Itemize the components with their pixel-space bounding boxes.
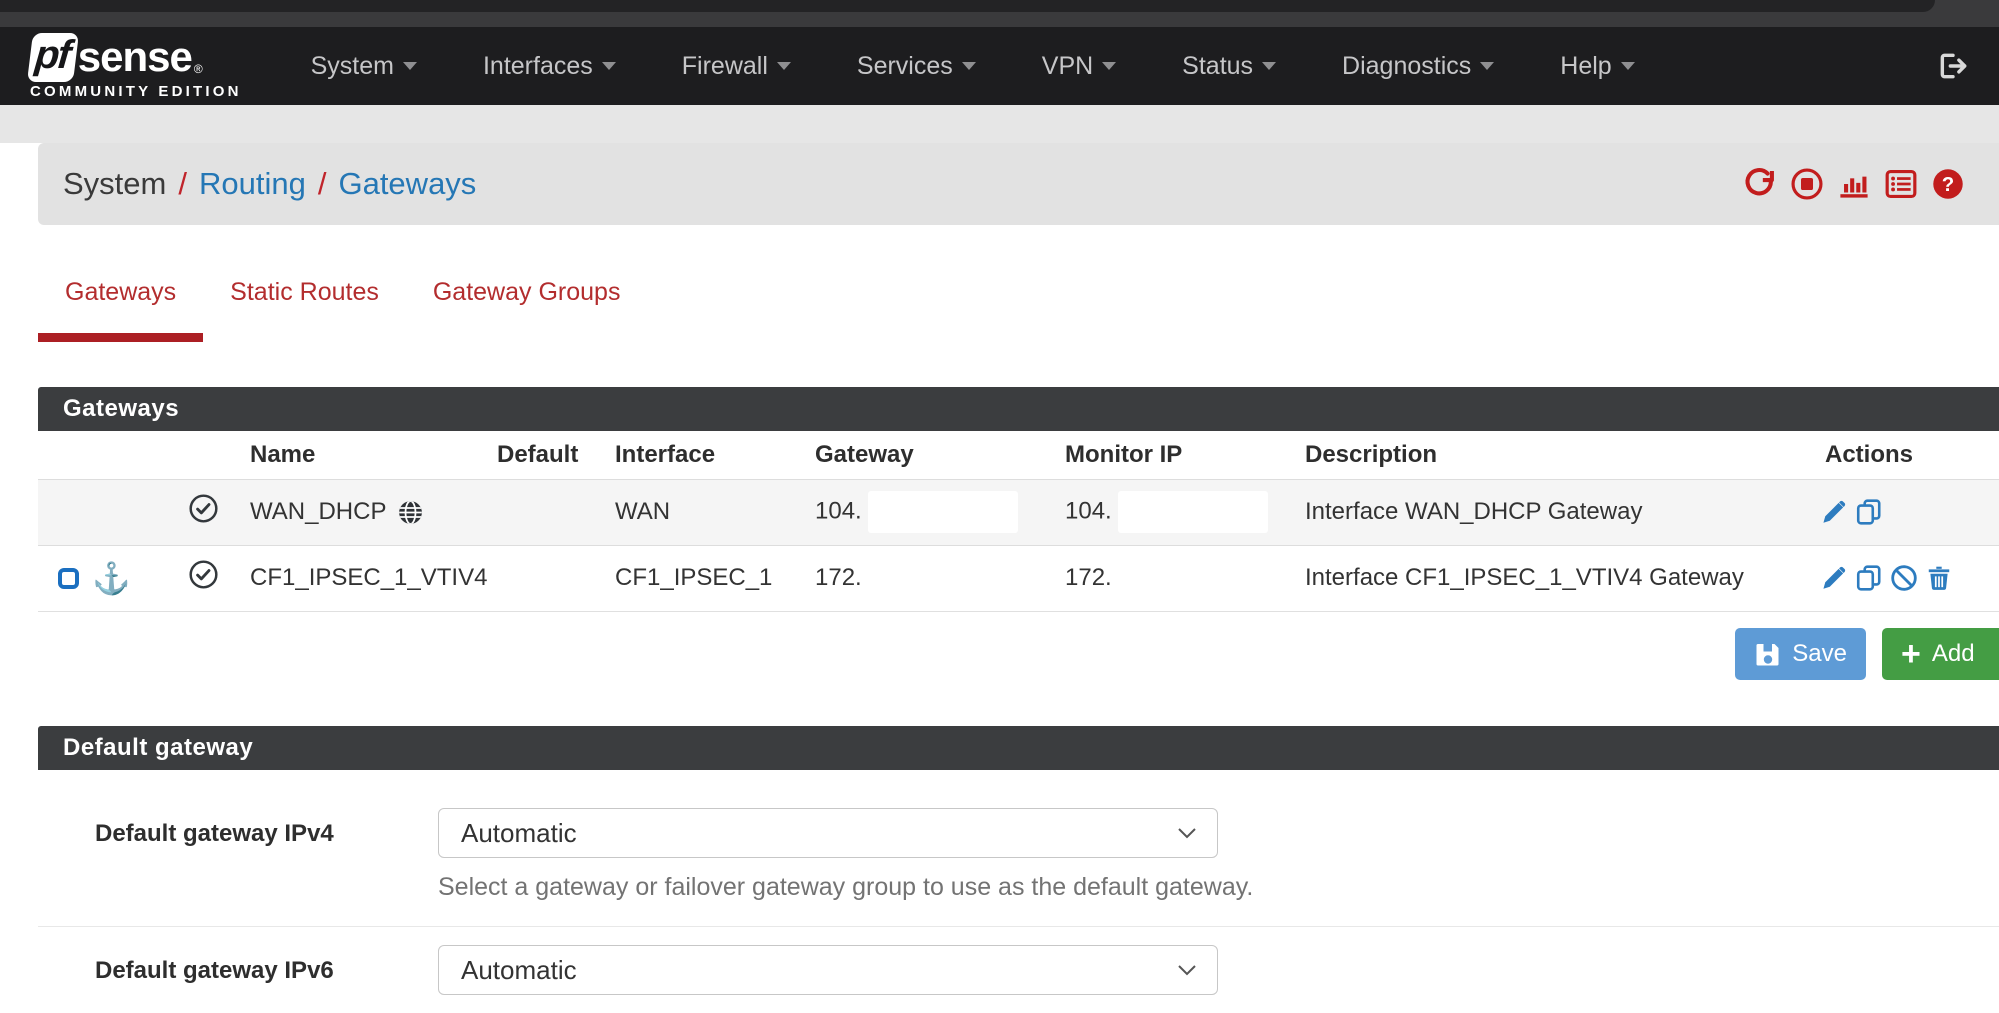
breadcrumb-bar: System / Routing / Gateways xyxy=(38,143,1999,225)
nav-item-interfaces[interactable]: Interfaces xyxy=(450,27,649,105)
registered-mark: ® xyxy=(194,62,203,76)
edit-icon[interactable] xyxy=(1820,564,1848,592)
square-icon xyxy=(58,568,79,589)
gateways-panel: Gateways Name Default Interface xyxy=(38,387,1999,612)
chevron-down-icon xyxy=(403,62,417,70)
copy-icon[interactable] xyxy=(1855,564,1883,592)
breadcrumb-link-gateways[interactable]: Gateways xyxy=(338,166,476,202)
gateway-description: Interface CF1_IPSEC_1_VTIV4 Gateway xyxy=(1285,545,1800,611)
nav-item-services[interactable]: Services xyxy=(824,27,1009,105)
gateways-panel-title: Gateways xyxy=(38,387,1999,431)
pf-logo-text: pf xyxy=(33,33,71,78)
svg-text:?: ? xyxy=(1942,174,1954,196)
gateway-address: 104. xyxy=(815,497,862,524)
save-button[interactable]: Save xyxy=(1735,628,1866,680)
default-gateway-ipv6-label: Default gateway IPv6 xyxy=(95,945,380,985)
sense-logo-text: sense xyxy=(78,33,192,81)
col-header-description: Description xyxy=(1285,431,1800,479)
nav-item-vpn[interactable]: VPN xyxy=(1009,27,1149,105)
form-row-ipv6: Default gateway IPv6 Automatic Select a … xyxy=(38,926,1999,1013)
chevron-down-icon xyxy=(962,62,976,70)
nav-item-help[interactable]: Help xyxy=(1527,27,1667,105)
status-ok-icon xyxy=(188,559,219,590)
col-header-monitor-ip: Monitor IP xyxy=(1045,431,1285,479)
gateway-interface: CF1_IPSEC_1 xyxy=(595,545,795,611)
nav-menu: System Interfaces Firewall Services VPN … xyxy=(278,27,1668,105)
form-row-ipv4: Default gateway IPv4 Automatic Select a … xyxy=(38,790,1999,926)
chevron-down-icon xyxy=(1102,62,1116,70)
chevron-down-icon xyxy=(1480,62,1494,70)
nav-item-diagnostics[interactable]: Diagnostics xyxy=(1309,27,1527,105)
chevron-down-icon xyxy=(602,62,616,70)
redacted-ip-box xyxy=(1118,491,1268,533)
gateway-name: CF1_IPSEC_1_VTIV4 xyxy=(230,545,477,611)
table-header-row: Name Default Interface Gateway Monitor I… xyxy=(38,431,1999,479)
save-icon xyxy=(1754,641,1781,668)
header-action-icons: ? xyxy=(1743,167,1965,201)
top-navbar: pf sense ® COMMUNITY EDITION System Inte… xyxy=(0,27,1999,105)
col-header-actions: Actions xyxy=(1800,431,1999,479)
default-gateway-ipv4-label: Default gateway IPv4 xyxy=(95,808,380,848)
default-gateway-ipv6-select[interactable]: Automatic xyxy=(438,945,1218,995)
col-header-default: Default xyxy=(477,431,595,479)
chevron-down-icon xyxy=(1262,62,1276,70)
col-header-name: Name xyxy=(230,431,477,479)
copy-icon[interactable] xyxy=(1855,498,1883,526)
ipv4-help-text: Select a gateway or failover gateway gro… xyxy=(438,873,1253,902)
log-list-icon[interactable] xyxy=(1884,167,1918,201)
globe-icon xyxy=(396,498,425,527)
nav-item-status[interactable]: Status xyxy=(1149,27,1309,105)
chevron-down-icon xyxy=(1177,826,1197,840)
anchor-default-icon: ⚓ xyxy=(92,563,131,594)
chevron-down-icon xyxy=(1177,963,1197,977)
browser-chrome-strip xyxy=(0,0,1999,27)
disable-icon[interactable] xyxy=(1890,564,1918,592)
monitor-ip: 172. xyxy=(1045,545,1285,611)
tab-bar: Gateways Static Routes Gateway Groups xyxy=(38,278,1999,342)
help-icon[interactable]: ? xyxy=(1931,167,1965,201)
logout-icon[interactable] xyxy=(1937,50,1969,82)
breadcrumb-system: System xyxy=(63,166,166,202)
default-gateway-panel: Default gateway Default gateway IPv4 Aut… xyxy=(38,726,1999,1013)
gateway-row-cf1-ipsec: ⚓ CF1_IPSEC_1_VTIV4 CF1 xyxy=(38,545,1999,611)
stop-circle-icon[interactable] xyxy=(1790,167,1824,201)
add-button[interactable]: + Add xyxy=(1882,628,1999,680)
pf-logo-box: pf xyxy=(27,33,79,82)
tab-gateways[interactable]: Gateways xyxy=(38,278,203,342)
gateway-row-wan-dhcp: WAN_DHCP xyxy=(38,479,1999,545)
redacted-ip-box xyxy=(868,491,1018,533)
default-gateway-panel-title: Default gateway xyxy=(38,726,1999,770)
breadcrumb-link-routing[interactable]: Routing xyxy=(199,166,306,202)
col-header-gateway: Gateway xyxy=(795,431,1045,479)
edit-icon[interactable] xyxy=(1820,498,1848,526)
gateway-name: WAN_DHCP xyxy=(250,498,386,526)
nav-item-system[interactable]: System xyxy=(278,27,450,105)
chevron-down-icon xyxy=(1621,62,1635,70)
gateways-table: Name Default Interface Gateway Monitor I… xyxy=(38,431,1999,611)
chart-bar-icon[interactable] xyxy=(1837,167,1871,201)
browser-tab-edge xyxy=(0,0,1935,12)
chevron-down-icon xyxy=(777,62,791,70)
default-gateway-ipv4-select[interactable]: Automatic xyxy=(438,808,1218,858)
tab-static-routes[interactable]: Static Routes xyxy=(203,278,406,342)
tab-gateway-groups[interactable]: Gateway Groups xyxy=(406,278,648,342)
gateway-address: 172. xyxy=(795,545,1045,611)
page-content: System / Routing / Gateways xyxy=(0,143,1999,1013)
button-row: Save + Add xyxy=(38,628,1999,680)
gateway-description: Interface WAN_DHCP Gateway xyxy=(1285,479,1800,545)
status-ok-icon xyxy=(188,493,219,524)
refresh-icon[interactable] xyxy=(1743,167,1777,201)
active-tab-indicator xyxy=(38,333,203,342)
pfsense-logo[interactable]: pf sense ® COMMUNITY EDITION xyxy=(30,33,242,100)
community-edition-label: COMMUNITY EDITION xyxy=(30,83,242,100)
gateway-interface: WAN xyxy=(595,479,795,545)
monitor-ip: 104. xyxy=(1065,497,1112,524)
breadcrumb: System / Routing / Gateways xyxy=(63,166,476,202)
col-header-interface: Interface xyxy=(595,431,795,479)
delete-icon[interactable] xyxy=(1925,564,1953,592)
nav-item-firewall[interactable]: Firewall xyxy=(649,27,824,105)
